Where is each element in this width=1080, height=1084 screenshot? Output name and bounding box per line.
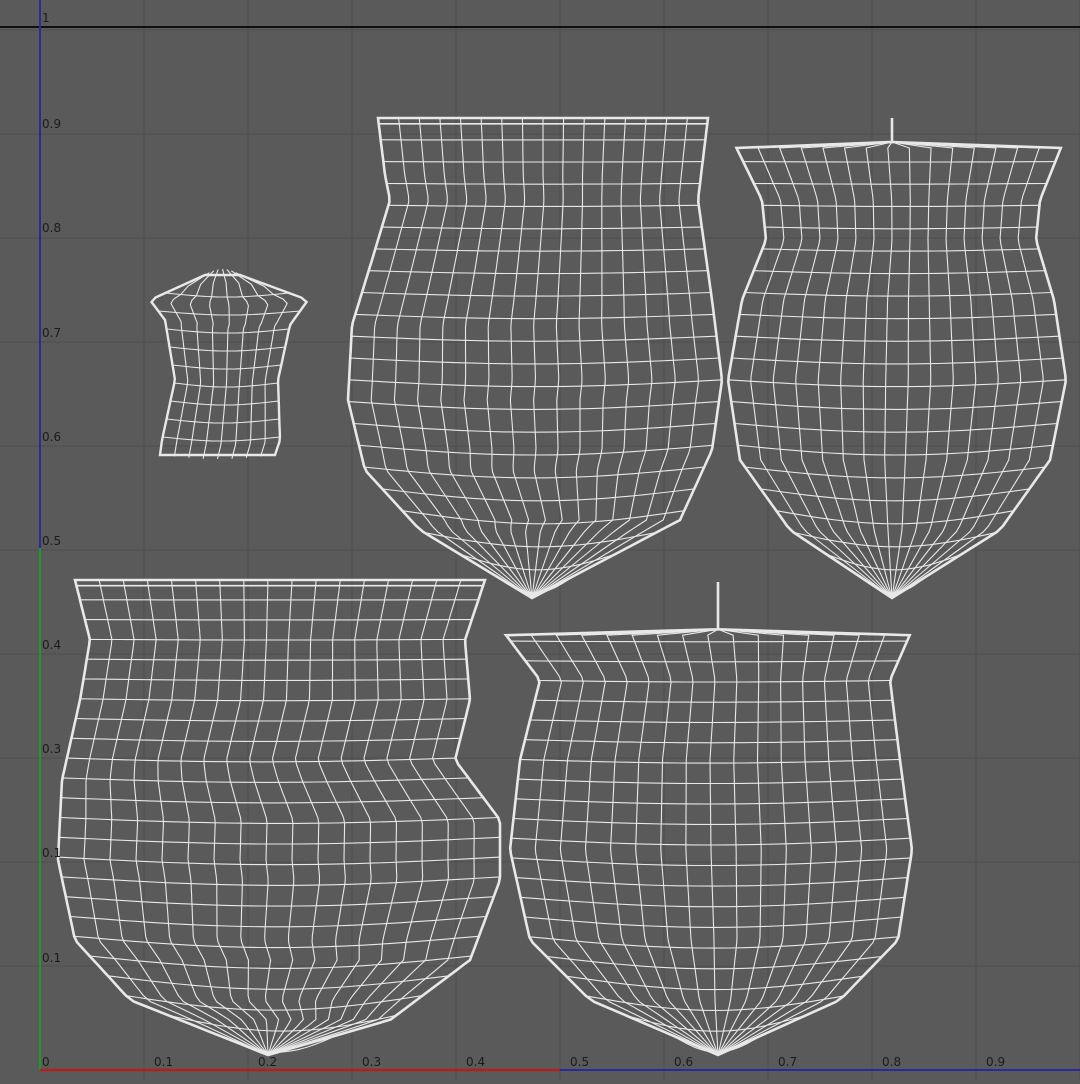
v-tick-label: 0.8 <box>42 221 61 235</box>
u-tick-label: 0.2 <box>258 1055 277 1069</box>
u-tick-label: 0.5 <box>570 1055 589 1069</box>
v-tick-label: 0.7 <box>42 326 61 340</box>
v-tick-label: 0.6 <box>42 430 61 444</box>
u-tick-label: 0.6 <box>674 1055 693 1069</box>
u-tick-label: 0.4 <box>466 1055 485 1069</box>
u-tick-label: 0.1 <box>154 1055 173 1069</box>
v-tick-label: 0.9 <box>42 117 61 131</box>
u-tick-label: 0.7 <box>778 1055 797 1069</box>
v-tick-label: 0.1 <box>42 846 61 860</box>
v-tick-label: 1 <box>42 11 50 25</box>
v-tick-label: 0.5 <box>42 534 61 548</box>
v-tick-label: 0.4 <box>42 638 61 652</box>
uv-editor-viewport[interactable]: 0 0.1 0.2 0.3 0.4 0.5 0.6 0.7 0.8 0.9 1 0.9 0.8 0.7 0.… <box>0 0 1080 1080</box>
u-tick-label: 0.8 <box>882 1055 901 1069</box>
u-tick-label: 0.9 <box>986 1055 1005 1069</box>
v-tick-label: 0.3 <box>42 742 61 756</box>
u-tick-label: 0 <box>42 1055 50 1069</box>
v-tick-label: 0.1 <box>42 951 61 965</box>
shell-edge-v <box>90 639 465 640</box>
u-tick-label: 0.3 <box>362 1055 381 1069</box>
